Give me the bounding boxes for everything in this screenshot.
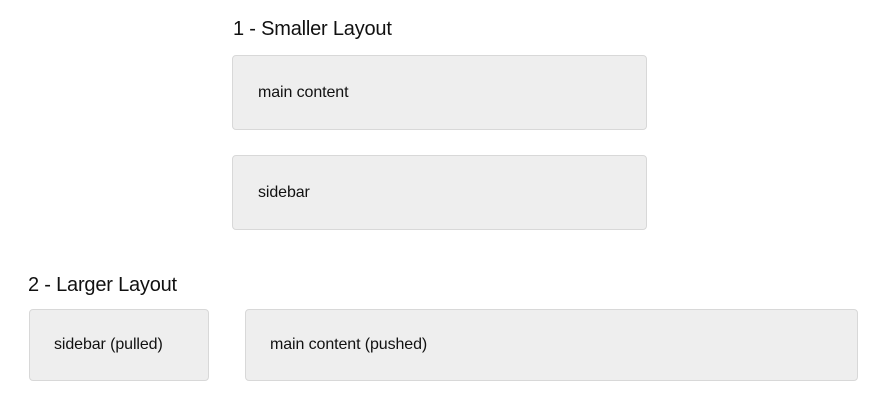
sidebar-pulled-box: sidebar (pulled)	[29, 309, 209, 381]
main-content-box: main content	[232, 55, 647, 130]
sidebar-box: sidebar	[232, 155, 647, 230]
main-content-pushed-label: main content (pushed)	[270, 336, 428, 353]
larger-layout-heading: 2 - Larger Layout	[28, 274, 177, 296]
smaller-layout-heading: 1 - Smaller Layout	[233, 18, 392, 40]
sidebar-label: sidebar	[258, 183, 310, 201]
main-content-pushed-box: main content (pushed)	[245, 309, 858, 381]
main-content-label: main content	[258, 83, 349, 101]
sidebar-pulled-label: sidebar (pulled)	[54, 336, 163, 353]
